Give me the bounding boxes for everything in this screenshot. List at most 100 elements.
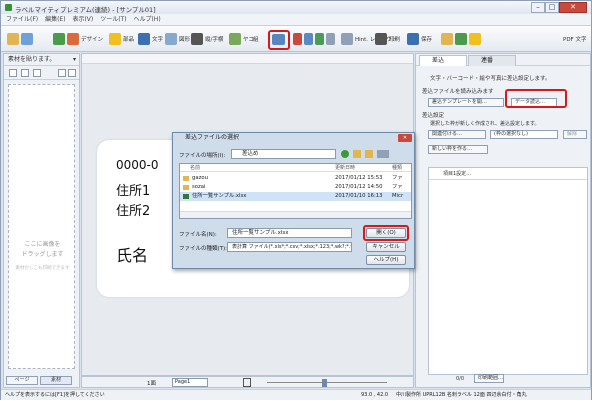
menu-file[interactable]: ファイル(F) xyxy=(6,14,38,26)
wand-button[interactable] xyxy=(441,31,483,47)
file-row-selected[interactable]: 住所一覧サンプル.xlsx 2017/01/10 16:13 Micr xyxy=(180,192,411,201)
highlight-open-button xyxy=(363,225,409,241)
copy-icon[interactable] xyxy=(21,69,29,77)
sparkle-icon xyxy=(469,33,481,45)
horizontal-scrollbar[interactable] xyxy=(180,211,411,218)
label-address1[interactable]: 住所1 xyxy=(116,180,150,199)
maximize-button[interactable]: □ xyxy=(545,2,559,13)
single-page-icon[interactable] xyxy=(243,378,251,387)
status-coords: 93.0 , 42.0 xyxy=(361,392,389,398)
excel-file-icon xyxy=(183,194,189,199)
tab-serial[interactable]: 連番 xyxy=(468,55,516,66)
print-button[interactable]: 印刷 xyxy=(375,31,400,47)
label-address2[interactable]: 住所2 xyxy=(116,200,150,219)
filetype-select[interactable]: 表計算 ファイル(*.xls*;*.csv;*.xlsx;*.123;*.wk?… xyxy=(227,242,352,252)
window-title: ラベルマイティプレミアム(連続) - [サンプル01] xyxy=(15,6,156,14)
grid-settings-button[interactable]: 項目1設定… xyxy=(443,171,471,177)
image-drop-zone[interactable]: ここに画像を ドラッグします 素材かしこも印刷できます xyxy=(8,84,75,369)
dialog-title-bar[interactable]: 差込ファイルの選択 ✕ xyxy=(173,133,414,143)
column-name[interactable]: 名前 xyxy=(190,164,200,172)
minimize-button[interactable]: – xyxy=(531,2,545,13)
image-icon xyxy=(304,33,313,45)
dropdown-icon[interactable]: ▾ xyxy=(73,54,76,66)
print-range-button[interactable]: 印刷範囲… xyxy=(474,374,504,383)
section-load-file: 差込ファイルを読み込みます xyxy=(422,89,494,95)
frame-icon xyxy=(229,33,241,45)
misc-tools[interactable] xyxy=(293,31,337,47)
material-tab-button[interactable]: 素材 xyxy=(40,376,72,385)
drop-text-line1: ここに画像を xyxy=(24,241,61,248)
text-icon xyxy=(138,33,150,45)
left-panel: 素材を貼ります。 ▾ ここに画像を ドラッグします 素材かしこも印刷できます ペ… xyxy=(3,53,80,388)
menu-view[interactable]: 表示(V) xyxy=(72,14,93,26)
menu-bar: ファイル(F) 編集(E) 表示(V) ツール(T) ヘルプ(H) xyxy=(1,14,591,26)
menu-tools[interactable]: ツール(T) xyxy=(100,14,126,26)
page-label: 1面 xyxy=(147,381,156,387)
file-row[interactable]: gazou 2017/01/12 15:53 ファ xyxy=(180,174,411,183)
close-button[interactable]: ✕ xyxy=(559,2,587,13)
up-folder-icon[interactable] xyxy=(353,150,361,158)
assign-button[interactable]: 関連付ける… xyxy=(428,130,486,139)
drop-subtext: 素材かしこも印刷できます xyxy=(15,266,70,271)
view-menu-icon[interactable] xyxy=(377,150,389,158)
folder-icon xyxy=(183,185,189,190)
title-bar[interactable]: ラベルマイティプレミアム(連続) - [サンプル01] – □ ✕ xyxy=(1,1,591,14)
parts-button[interactable]: 部品 xyxy=(109,31,134,47)
highlight-data-read xyxy=(505,89,567,108)
back-icon[interactable] xyxy=(341,150,349,158)
label-name[interactable]: 氏名 xyxy=(116,242,148,266)
chart-icon xyxy=(315,33,324,45)
filename-label: ファイル名(N): xyxy=(179,232,217,238)
cancel-button[interactable]: キャンセル xyxy=(366,242,406,252)
template-open-button[interactable]: 差込テンプレートを開… xyxy=(428,98,504,107)
zoom-slider[interactable] xyxy=(267,382,387,383)
design-button[interactable]: デザイン xyxy=(53,31,103,47)
dialog-title: 差込ファイルの選択 xyxy=(185,134,240,141)
menu-edit[interactable]: 編集(E) xyxy=(45,14,65,26)
pdf-button[interactable]: PDF 文字 xyxy=(563,31,586,47)
new-frame-button[interactable]: 新しい枠を作る… xyxy=(428,145,488,154)
merge-data-grid[interactable]: 項目1設定… xyxy=(428,167,588,375)
merge-settings-text: 選択した枠が新しく作成され、差込設定します。 xyxy=(430,121,540,127)
file-row[interactable]: sozai 2017/01/12 14:50 ファ xyxy=(180,183,411,192)
frame-button[interactable]: ヤコ xyxy=(229,31,254,47)
dialog-close-button[interactable]: ✕ xyxy=(398,134,412,142)
frame-select-field[interactable]: (枠の選択なし) xyxy=(490,130,558,139)
page-tab-button[interactable]: ページ xyxy=(6,376,38,385)
new-folder-icon[interactable] xyxy=(365,150,373,158)
calendar-icon xyxy=(293,33,302,45)
save-button[interactable]: 保存 xyxy=(407,31,432,47)
page-select[interactable]: Page1 xyxy=(172,378,208,387)
text-button[interactable]: 文字 xyxy=(138,31,163,47)
shape-icon xyxy=(165,33,177,45)
merge-info-text: 文字・バーコード・絵や写真に差込設定します。 xyxy=(430,76,551,82)
status-help: ヘルプを表示するには[F1]を押してください xyxy=(5,392,105,398)
shape-button[interactable]: 図形 xyxy=(165,31,190,47)
left-panel-header: 素材を貼ります。 ▾ xyxy=(4,54,79,66)
up-icon[interactable] xyxy=(58,69,66,77)
release-button[interactable]: 解除 xyxy=(563,130,587,139)
status-paper: 中川製作所 UPRL12B 名刺ラベル 12面 四辺余白付・角丸 xyxy=(396,392,527,398)
printer-icon xyxy=(375,33,387,45)
layout-icon xyxy=(341,33,353,45)
file-list[interactable]: 名前 更新日時 種類 gazou 2017/01/12 15:53 ファ soz… xyxy=(179,163,412,219)
vertical-text-button[interactable]: 縦/字横 xyxy=(191,31,223,47)
column-type[interactable]: 種類 xyxy=(392,164,402,172)
wand-icon xyxy=(441,33,453,45)
add-icon[interactable] xyxy=(9,69,17,77)
status-bar: ヘルプを表示するには[F1]を押してください 93.0 , 42.0 中川製作所… xyxy=(1,389,591,400)
toolbar-open-button[interactable] xyxy=(7,31,35,47)
down-icon[interactable] xyxy=(68,69,76,77)
column-date[interactable]: 更新日時 xyxy=(335,164,355,172)
group-button[interactable]: 組 xyxy=(253,31,259,47)
zoom-slider-thumb[interactable] xyxy=(322,379,327,387)
menu-help[interactable]: ヘルプ(H) xyxy=(133,14,160,26)
image-icon[interactable] xyxy=(33,69,41,77)
section-merge-settings: 差込設定 xyxy=(422,113,445,119)
help-button[interactable]: ヘルプ(H) xyxy=(366,255,406,265)
tab-merge[interactable]: 差込 xyxy=(419,55,467,66)
lookin-select[interactable]: 差込め xyxy=(231,149,336,159)
window-icon xyxy=(21,33,33,45)
filename-input[interactable]: 住所一覧サンプル.xlsx xyxy=(227,228,352,238)
label-zip[interactable]: 0000-0 xyxy=(116,158,159,172)
